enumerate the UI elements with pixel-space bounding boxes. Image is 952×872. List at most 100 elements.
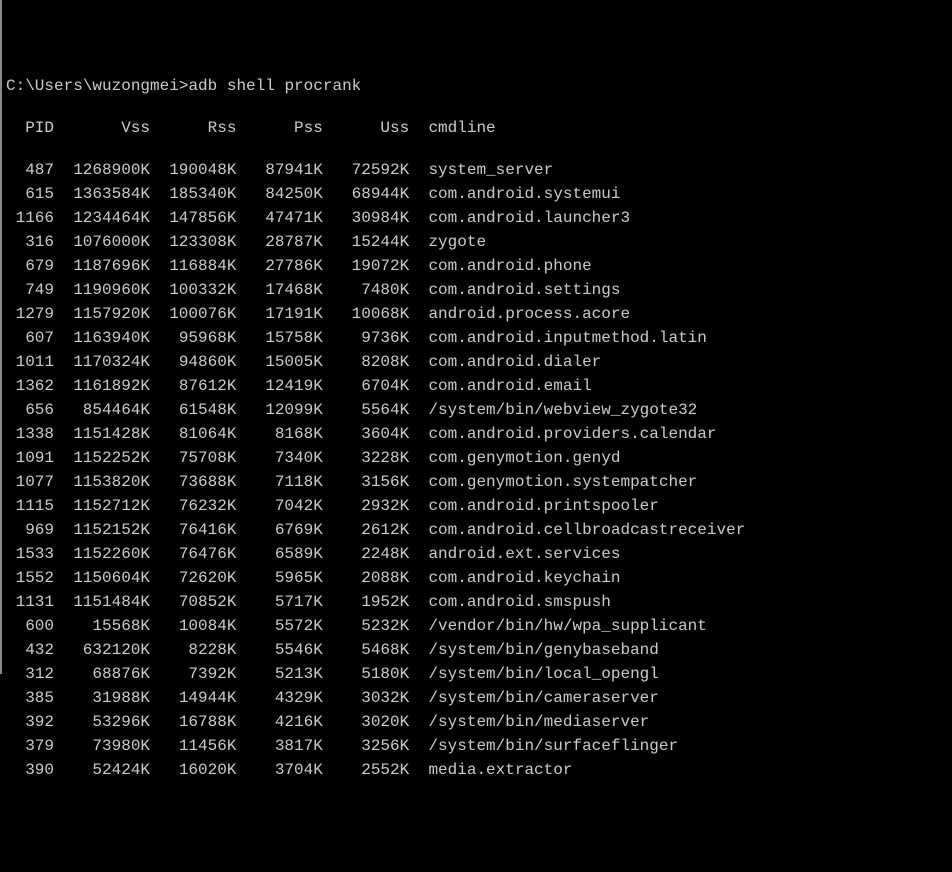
cell-vss: 1268900K: [54, 158, 150, 182]
cell-pss: 4329K: [236, 686, 322, 710]
cell-cmdline: com.android.printspooler: [409, 494, 659, 518]
header-pss: Pss: [236, 116, 322, 140]
cell-pss: 15758K: [236, 326, 322, 350]
cell-uss: 15244K: [323, 230, 409, 254]
cell-vss: 52424K: [54, 758, 150, 782]
cell-pss: 5572K: [236, 614, 322, 638]
table-row: 6791187696K116884K27786K19072Kcom.androi…: [6, 254, 948, 278]
table-row: 4871268900K190048K87941K72592Ksystem_ser…: [6, 158, 948, 182]
cell-vss: 68876K: [54, 662, 150, 686]
cell-cmdline: /system/bin/genybaseband: [409, 638, 659, 662]
cell-cmdline: /system/bin/mediaserver: [409, 710, 649, 734]
cell-rss: 100076K: [150, 302, 236, 326]
cell-rss: 76232K: [150, 494, 236, 518]
table-row: 656854464K61548K12099K5564K/system/bin/w…: [6, 398, 948, 422]
table-row: 15521150604K72620K5965K2088Kcom.android.…: [6, 566, 948, 590]
cell-vss: 1152712K: [54, 494, 150, 518]
header-pid: PID: [6, 116, 54, 140]
cell-uss: 5564K: [323, 398, 409, 422]
cell-vss: 15568K: [54, 614, 150, 638]
cell-uss: 9736K: [323, 326, 409, 350]
cell-pid: 1091: [6, 446, 54, 470]
cell-uss: 1952K: [323, 590, 409, 614]
cell-vss: 1163940K: [54, 326, 150, 350]
cell-uss: 2088K: [323, 566, 409, 590]
cell-pid: 487: [6, 158, 54, 182]
table-row: 3161076000K123308K28787K15244Kzygote: [6, 230, 948, 254]
cell-vss: 1151484K: [54, 590, 150, 614]
cell-rss: 10084K: [150, 614, 236, 638]
table-row: 9691152152K76416K6769K2612Kcom.android.c…: [6, 518, 948, 542]
table-row: 37973980K11456K3817K3256K/system/bin/sur…: [6, 734, 948, 758]
cell-vss: 1187696K: [54, 254, 150, 278]
cell-rss: 185340K: [150, 182, 236, 206]
cell-rss: 73688K: [150, 470, 236, 494]
cell-cmdline: com.android.phone: [409, 254, 591, 278]
cell-vss: 1157920K: [54, 302, 150, 326]
cell-cmdline: com.android.cellbroadcastreceiver: [409, 518, 745, 542]
cell-pid: 679: [6, 254, 54, 278]
cell-pss: 7340K: [236, 446, 322, 470]
cell-vss: 53296K: [54, 710, 150, 734]
cell-cmdline: com.android.settings: [409, 278, 620, 302]
cell-vss: 73980K: [54, 734, 150, 758]
cell-rss: 147856K: [150, 206, 236, 230]
table-row: 10771153820K73688K7118K3156Kcom.genymoti…: [6, 470, 948, 494]
table-row: 39052424K16020K3704K2552Kmedia.extractor: [6, 758, 948, 782]
cell-pid: 1166: [6, 206, 54, 230]
table-row: 10911152252K75708K7340K3228Kcom.genymoti…: [6, 446, 948, 470]
cell-pid: 1077: [6, 470, 54, 494]
cell-pss: 7118K: [236, 470, 322, 494]
cell-vss: 1152260K: [54, 542, 150, 566]
table-row: 6151363584K185340K84250K68944Kcom.androi…: [6, 182, 948, 206]
cell-uss: 2552K: [323, 758, 409, 782]
table-row: 12791157920K100076K17191K10068Kandroid.p…: [6, 302, 948, 326]
cell-cmdline: system_server: [409, 158, 553, 182]
cell-rss: 11456K: [150, 734, 236, 758]
cell-cmdline: com.android.dialer: [409, 350, 601, 374]
cell-rss: 116884K: [150, 254, 236, 278]
cell-pid: 312: [6, 662, 54, 686]
header-rss: Rss: [150, 116, 236, 140]
cell-uss: 2932K: [323, 494, 409, 518]
cell-pss: 12419K: [236, 374, 322, 398]
cell-pss: 17191K: [236, 302, 322, 326]
cell-pss: 15005K: [236, 350, 322, 374]
cell-cmdline: com.android.smspush: [409, 590, 611, 614]
cell-pss: 84250K: [236, 182, 322, 206]
table-row: 13621161892K87612K12419K6704Kcom.android…: [6, 374, 948, 398]
cell-pid: 390: [6, 758, 54, 782]
cell-rss: 100332K: [150, 278, 236, 302]
process-table: 4871268900K190048K87941K72592Ksystem_ser…: [6, 158, 948, 782]
cell-vss: 1153820K: [54, 470, 150, 494]
command-prompt[interactable]: C:\Users\wuzongmei>adb shell procrank: [6, 74, 948, 98]
cell-rss: 61548K: [150, 398, 236, 422]
cell-pid: 749: [6, 278, 54, 302]
cell-uss: 30984K: [323, 206, 409, 230]
cell-pid: 1533: [6, 542, 54, 566]
table-row: 13381151428K81064K8168K3604Kcom.android.…: [6, 422, 948, 446]
cell-vss: 31988K: [54, 686, 150, 710]
cell-pid: 385: [6, 686, 54, 710]
table-row: 7491190960K100332K17468K7480Kcom.android…: [6, 278, 948, 302]
cell-vss: 1161892K: [54, 374, 150, 398]
cell-vss: 1151428K: [54, 422, 150, 446]
cell-pid: 1552: [6, 566, 54, 590]
cell-vss: 1076000K: [54, 230, 150, 254]
cell-rss: 16020K: [150, 758, 236, 782]
cell-uss: 3020K: [323, 710, 409, 734]
table-row: 60015568K10084K5572K5232K/vendor/bin/hw/…: [6, 614, 948, 638]
cell-vss: 1152252K: [54, 446, 150, 470]
cell-uss: 6704K: [323, 374, 409, 398]
cell-pss: 47471K: [236, 206, 322, 230]
prompt-path: C:\Users\wuzongmei>: [6, 77, 188, 95]
cell-cmdline: android.process.acore: [409, 302, 630, 326]
cell-cmdline: com.android.keychain: [409, 566, 620, 590]
cell-pid: 1115: [6, 494, 54, 518]
cell-pid: 379: [6, 734, 54, 758]
cell-rss: 7392K: [150, 662, 236, 686]
cell-rss: 190048K: [150, 158, 236, 182]
cell-pid: 1011: [6, 350, 54, 374]
cell-pid: 1131: [6, 590, 54, 614]
cell-rss: 76476K: [150, 542, 236, 566]
